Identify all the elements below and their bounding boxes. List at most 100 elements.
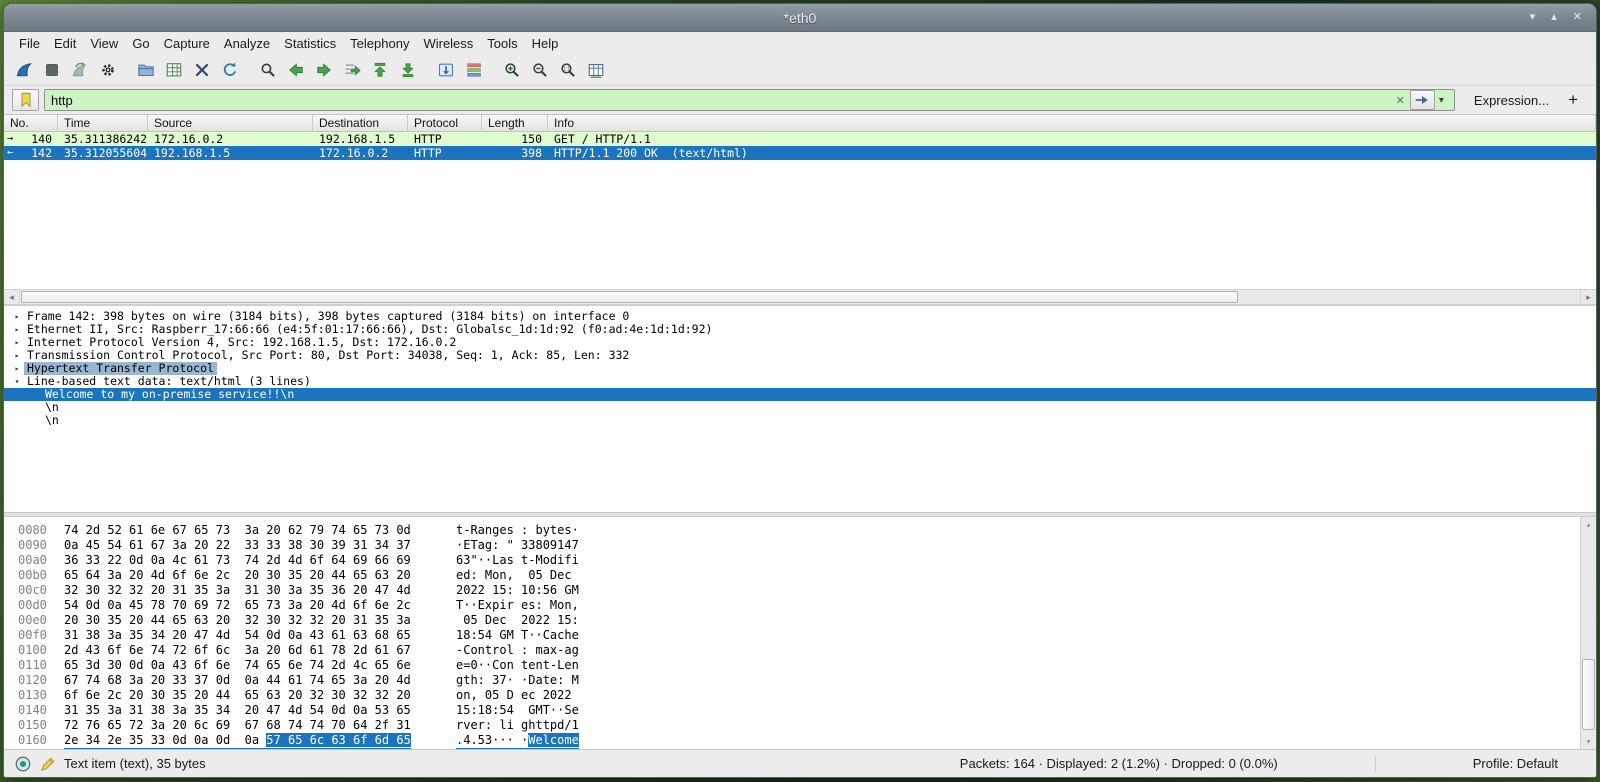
column-header-length[interactable]: Length <box>482 115 548 131</box>
hex-bytes[interactable]: 65 64 3a 20 4d 6f 6e 2c 20 30 35 20 44 6… <box>64 568 416 583</box>
clear-filter-icon[interactable]: ✕ <box>1391 94 1410 107</box>
title-bar[interactable]: *eth0 ▾▴✕ <box>4 4 1596 32</box>
column-header-source[interactable]: Source <box>148 115 313 131</box>
detail-line[interactable]: Welcome to my on-premise service!!\n <box>4 388 1596 401</box>
scroll-down-icon[interactable]: ▾ <box>1581 734 1596 749</box>
add-filter-button[interactable]: + <box>1566 90 1588 110</box>
detail-line[interactable]: ▸Transmission Control Protocol, Src Port… <box>4 349 1596 362</box>
hex-row[interactable]: 015072 76 65 72 3a 20 6c 69 67 68 74 74 … <box>18 718 1596 733</box>
autoscroll-button[interactable] <box>432 57 460 83</box>
hex-row[interactable]: 00d054 0d 0a 45 78 70 69 72 65 73 3a 20 … <box>18 598 1596 613</box>
expand-arrow-icon[interactable]: ▸ <box>10 310 24 323</box>
hex-ascii[interactable]: 15:18:54 GMT··Se <box>456 703 579 718</box>
hex-ascii[interactable]: T··Expir es: Mon, <box>456 598 579 613</box>
detail-line[interactable]: \n <box>4 414 1596 427</box>
expand-arrow-icon[interactable]: ▾ <box>10 375 24 388</box>
go-forward-button[interactable] <box>310 57 338 83</box>
menu-help[interactable]: Help <box>525 34 566 53</box>
hex-row[interactable]: 00a036 33 22 0d 0a 4c 61 73 74 2d 4d 6f … <box>18 553 1596 568</box>
hex-ascii[interactable]: 18:54 GM T··Cache <box>456 628 579 643</box>
packet-row[interactable]: ←14235.312055604192.168.1.5172.16.0.2HTT… <box>4 146 1596 160</box>
hex-row[interactable]: 00c032 30 32 32 20 31 35 3a 31 30 3a 35 … <box>18 583 1596 598</box>
hex-ascii[interactable]: 05 Dec 2022 15: <box>456 613 579 628</box>
column-header-info[interactable]: Info <box>548 115 1596 131</box>
column-header-destination[interactable]: Destination <box>313 115 408 131</box>
horizontal-scroll-thumb[interactable] <box>21 291 1238 303</box>
hex-bytes[interactable]: 72 76 65 72 3a 20 6c 69 67 68 74 74 70 6… <box>64 718 416 733</box>
filter-bookmark-button[interactable] <box>12 89 39 111</box>
capture-stop-button[interactable] <box>38 57 66 83</box>
capture-start-button[interactable] <box>10 57 38 83</box>
menu-capture[interactable]: Capture <box>157 34 217 53</box>
file-open-button[interactable] <box>132 57 160 83</box>
hex-row[interactable]: 00e020 30 35 20 44 65 63 20 32 30 32 32 … <box>18 613 1596 628</box>
hex-ascii[interactable]: -Control : max-ag <box>456 643 579 658</box>
hex-ascii[interactable]: ·ETag: " 33809147 <box>456 538 579 553</box>
menu-file[interactable]: File <box>12 34 47 53</box>
expand-arrow-icon[interactable]: ▸ <box>10 362 24 375</box>
expert-info-icon[interactable] <box>14 755 32 773</box>
horizontal-scroll-track[interactable] <box>20 290 1580 304</box>
menu-view[interactable]: View <box>83 34 125 53</box>
hex-ascii[interactable]: on, 05 D ec 2022 <box>456 688 579 703</box>
menu-tools[interactable]: Tools <box>480 34 524 53</box>
detail-line[interactable]: \n <box>4 401 1596 414</box>
hex-ascii[interactable]: to my o n-premis <box>456 748 579 749</box>
hex-ascii[interactable]: ed: Mon, 05 Dec <box>456 568 579 583</box>
hex-row[interactable]: 012067 74 68 3a 20 33 37 0d 0a 44 61 74 … <box>18 673 1596 688</box>
go-to-packet-button[interactable] <box>338 57 366 83</box>
hex-bytes[interactable]: 2d 43 6f 6e 74 72 6f 6c 3a 20 6d 61 78 2… <box>64 643 416 658</box>
hex-bytes[interactable]: 0a 45 54 61 67 3a 20 22 33 33 38 30 39 3… <box>64 538 416 553</box>
scroll-left-icon[interactable]: ◂ <box>4 290 20 304</box>
capture-comment-icon[interactable] <box>39 755 57 773</box>
resize-columns-button[interactable] <box>582 57 610 83</box>
find-button[interactable] <box>254 57 282 83</box>
expression-button[interactable]: Expression... <box>1460 93 1561 108</box>
expand-arrow-icon[interactable]: ▸ <box>10 349 24 362</box>
hex-bytes[interactable]: 31 38 3a 35 34 20 47 4d 54 0d 0a 43 61 6… <box>64 628 416 643</box>
hex-row[interactable]: 011065 3d 30 0d 0a 43 6f 6e 74 65 6e 74 … <box>18 658 1596 673</box>
packet-details-pane[interactable]: ▸Frame 142: 398 bytes on wire (3184 bits… <box>4 305 1596 512</box>
packet-row[interactable]: →14035.311386242172.16.0.2192.168.1.5HTT… <box>4 132 1596 146</box>
maximize-window-icon[interactable]: ▴ <box>1551 4 1557 31</box>
column-header-time[interactable]: Time <box>58 115 148 131</box>
hex-bytes[interactable]: 67 74 68 3a 20 33 37 0d 0a 44 61 74 65 3… <box>64 673 416 688</box>
hex-row[interactable]: 017020 74 6f 20 6d 79 20 6f 6e 2d 70 72 … <box>18 748 1596 749</box>
hex-bytes[interactable]: 36 33 22 0d 0a 4c 61 73 74 2d 4d 6f 64 6… <box>64 553 416 568</box>
hex-ascii[interactable]: 2022 15: 10:56 GM <box>456 583 579 598</box>
close-window-icon[interactable]: ✕ <box>1573 4 1582 31</box>
horizontal-scrollbar[interactable]: ◂ ▸ <box>4 289 1596 305</box>
file-close-button[interactable] <box>188 57 216 83</box>
hex-row[interactable]: 00b065 64 3a 20 4d 6f 6e 2c 20 30 35 20 … <box>18 568 1596 583</box>
menu-edit[interactable]: Edit <box>47 34 83 53</box>
zoom-reset-button[interactable]: 1:1 <box>554 57 582 83</box>
hex-ascii[interactable]: 63"··Las t-Modifi <box>456 553 579 568</box>
expand-arrow-icon[interactable]: ▸ <box>10 336 24 349</box>
column-header-no[interactable]: No. <box>4 115 58 131</box>
hex-ascii[interactable]: e=0··Con tent-Len <box>456 658 579 673</box>
hex-ascii[interactable]: t-Ranges : bytes· <box>456 523 579 538</box>
scroll-up-icon[interactable]: ▴ <box>1581 517 1596 532</box>
expand-arrow-icon[interactable]: ▸ <box>10 323 24 336</box>
hex-row[interactable]: 008074 2d 52 61 6e 67 65 73 3a 20 62 79 … <box>18 523 1596 538</box>
hex-bytes[interactable]: 32 30 32 32 20 31 35 3a 31 30 3a 35 36 2… <box>64 583 416 598</box>
packet-list-body[interactable]: →14035.311386242172.16.0.2192.168.1.5HTT… <box>4 132 1596 289</box>
capture-restart-button[interactable] <box>66 57 94 83</box>
go-top-button[interactable] <box>366 57 394 83</box>
zoom-in-button[interactable] <box>498 57 526 83</box>
hex-row[interactable]: 014031 35 3a 31 38 3a 35 34 20 47 4d 54 … <box>18 703 1596 718</box>
menu-go[interactable]: Go <box>125 34 156 53</box>
hex-bytes[interactable]: 65 3d 30 0d 0a 43 6f 6e 74 65 6e 74 2d 4… <box>64 658 416 673</box>
hex-ascii[interactable]: .4.53··· ·Welcome <box>456 733 579 748</box>
menu-telephony[interactable]: Telephony <box>343 34 416 53</box>
hex-bytes[interactable]: 31 35 3a 31 38 3a 35 34 20 47 4d 54 0d 0… <box>64 703 416 718</box>
capture-options-button[interactable] <box>94 57 122 83</box>
zoom-out-button[interactable] <box>526 57 554 83</box>
apply-filter-button[interactable] <box>1410 90 1435 110</box>
filter-dropdown-icon[interactable]: ▾ <box>1435 95 1448 106</box>
menu-analyze[interactable]: Analyze <box>217 34 277 53</box>
hex-bytes[interactable]: 20 30 35 20 44 65 63 20 32 30 32 32 20 3… <box>64 613 416 628</box>
status-profile-button[interactable]: Profile: Default <box>1473 756 1558 771</box>
reload-button[interactable] <box>216 57 244 83</box>
column-header-protocol[interactable]: Protocol <box>408 115 482 131</box>
